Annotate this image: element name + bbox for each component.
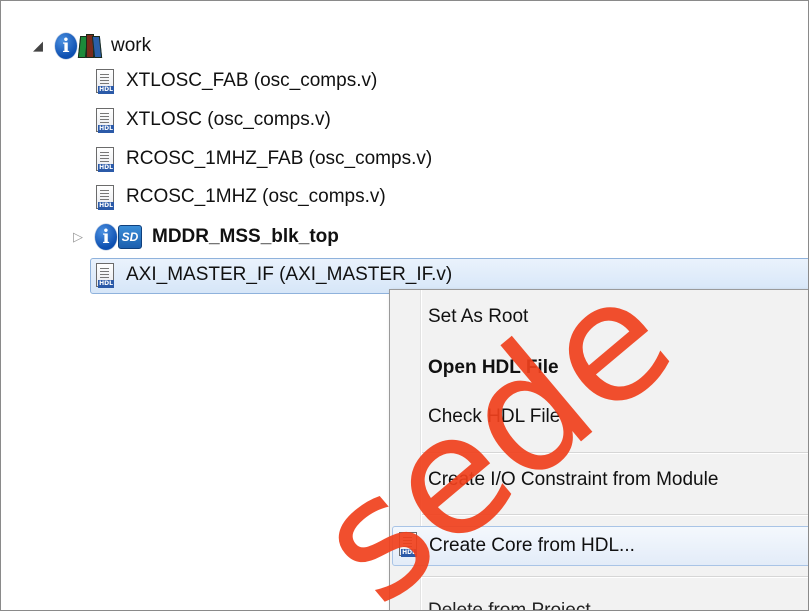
- tree-node-rcosc-1mhz[interactable]: HDL RCOSC_1MHZ (osc_comps.v): [94, 180, 386, 214]
- menu-item-set-as-root[interactable]: Set As Root: [392, 300, 808, 334]
- collapse-arrow-icon[interactable]: ▷: [71, 229, 85, 244]
- menu-item-open-hdl-file[interactable]: Open HDL File: [392, 351, 808, 385]
- tree-node-xtlosc[interactable]: HDL XTLOSC (osc_comps.v): [94, 103, 331, 137]
- expand-arrow-icon[interactable]: ◢: [31, 38, 45, 53]
- tree-node-label: RCOSC_1MHZ (osc_comps.v): [126, 186, 386, 207]
- context-menu: Set As Root Open HDL File Check HDL File…: [389, 289, 808, 611]
- menu-item-create-io-constraint[interactable]: Create I/O Constraint from Module: [392, 463, 808, 497]
- menu-item-check-hdl-file[interactable]: Check HDL File: [392, 400, 808, 434]
- menu-item-create-core-from-hdl[interactable]: HDL Create Core from HDL...: [392, 526, 808, 566]
- menu-item-delete-from-project[interactable]: Delete from Project: [392, 594, 808, 611]
- menu-separator: [422, 452, 808, 454]
- tree-node-label: work: [111, 35, 152, 56]
- tree-node-label: XTLOSC_FAB (osc_comps.v): [126, 70, 378, 91]
- smartdesign-icon: SD: [118, 225, 142, 249]
- info-icon: i: [55, 33, 77, 59]
- hdl-file-icon: HDL: [94, 68, 116, 94]
- library-books-icon: [77, 34, 103, 58]
- hdl-file-icon: HDL: [94, 184, 116, 210]
- hdl-file-icon: HDL: [94, 107, 116, 133]
- hdl-file-icon: HDL: [94, 146, 116, 172]
- menu-item-label: Delete from Project: [428, 600, 591, 611]
- tree-node-label: AXI_MASTER_IF (AXI_MASTER_IF.v): [126, 264, 453, 285]
- tree-node-axi-master-if[interactable]: HDL AXI_MASTER_IF (AXI_MASTER_IF.v): [94, 258, 452, 292]
- tree-node-xtlosc-fab[interactable]: HDL XTLOSC_FAB (osc_comps.v): [94, 64, 377, 98]
- info-icon: i: [95, 224, 117, 250]
- menu-item-label: Create Core from HDL...: [429, 535, 635, 556]
- menu-item-label: Create I/O Constraint from Module: [428, 469, 719, 490]
- menu-separator: [422, 576, 808, 578]
- menu-item-label: Set As Root: [428, 306, 529, 327]
- tree-node-label: XTLOSC (osc_comps.v): [126, 109, 331, 130]
- menu-separator: [422, 514, 808, 516]
- menu-item-label: Check HDL File: [428, 406, 561, 427]
- tree-node-rcosc-1mhz-fab[interactable]: HDL RCOSC_1MHZ_FAB (osc_comps.v): [94, 142, 432, 176]
- tree-node-label: RCOSC_1MHZ_FAB (osc_comps.v): [126, 148, 433, 169]
- design-hierarchy-panel: ◢ i work HDL XTLOSC_FAB (osc_comps.v) HD…: [0, 0, 809, 611]
- menu-item-label: Open HDL File: [428, 357, 559, 378]
- tree-node-label: MDDR_MSS_blk_top: [152, 226, 339, 247]
- hdl-file-icon: HDL: [397, 531, 419, 557]
- hdl-file-icon: HDL: [94, 262, 116, 288]
